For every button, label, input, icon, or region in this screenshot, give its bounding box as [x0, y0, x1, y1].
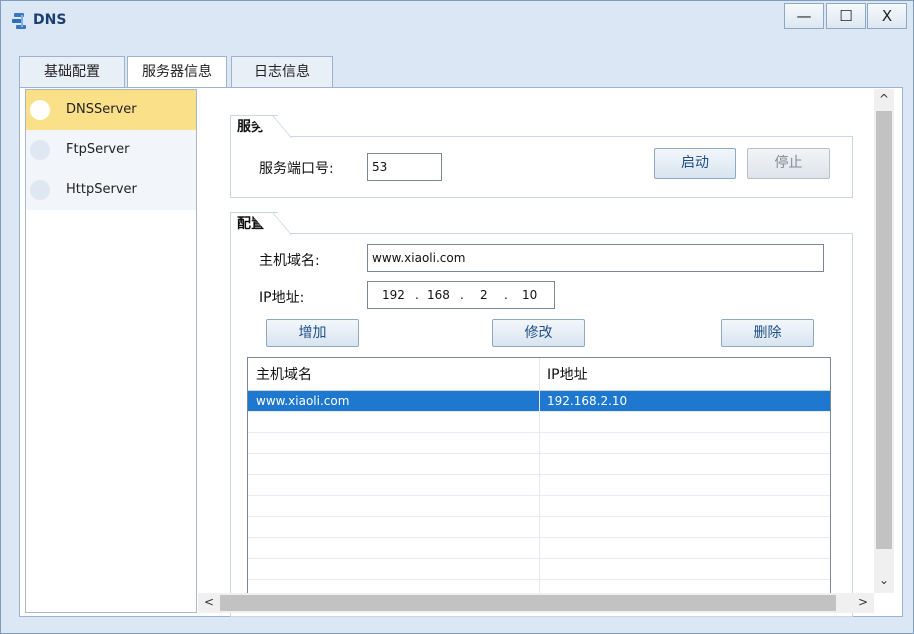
cell-ip: 192.168.2.10: [547, 394, 628, 408]
column-header-ip[interactable]: IP地址: [539, 358, 830, 390]
scroll-right-icon[interactable]: >: [858, 595, 868, 609]
server-status-icon: [30, 180, 50, 200]
scroll-down-icon[interactable]: ⌄: [879, 573, 889, 587]
sidebar-item-httpserver[interactable]: HttpServer: [26, 170, 196, 210]
vertical-scroll-thumb[interactable]: [876, 111, 892, 549]
ip-octet-4[interactable]: 10: [522, 282, 537, 308]
horizontal-scroll-thumb[interactable]: [220, 595, 836, 611]
config-group-label: 配置: [230, 212, 278, 234]
start-button[interactable]: 启动: [654, 148, 736, 179]
tab-label: 基础配置: [44, 64, 100, 80]
group-title: 服务: [237, 119, 265, 135]
column-header-hostname[interactable]: 主机域名: [248, 358, 539, 390]
title-bar[interactable]: DNS — ☐ X: [1, 1, 913, 41]
port-input[interactable]: 53: [367, 153, 442, 181]
window-title: DNS: [33, 12, 67, 28]
minimize-icon: —: [796, 7, 812, 25]
column-divider: [539, 358, 540, 612]
group-title: 配置: [237, 216, 265, 232]
ip-label: IP地址:: [259, 290, 305, 306]
server-status-icon: [30, 100, 50, 120]
maximize-button[interactable]: ☐: [826, 3, 866, 29]
vertical-scrollbar[interactable]: ^ ⌄: [874, 89, 894, 593]
hostname-input[interactable]: www.xiaoli.com: [367, 244, 824, 272]
ip-separator: .: [460, 288, 464, 302]
dns-app-icon: [12, 13, 26, 29]
ip-address-input[interactable]: 192 . 168 . 2 . 10: [367, 281, 555, 309]
close-icon: X: [881, 7, 893, 25]
ip-octet-1[interactable]: 192: [382, 282, 405, 308]
ip-separator: .: [504, 288, 508, 302]
close-button[interactable]: X: [867, 3, 907, 29]
hostname-label: 主机域名:: [259, 253, 320, 269]
sidebar-item-label: HttpServer: [66, 182, 137, 197]
stop-button[interactable]: 停止: [747, 148, 830, 179]
server-list-sidebar: DNSServer FtpServer HttpServer: [25, 89, 197, 613]
minimize-button[interactable]: —: [784, 3, 824, 29]
sidebar-item-label: FtpServer: [66, 142, 130, 157]
add-button[interactable]: 增加: [266, 319, 359, 347]
tab-log-info[interactable]: 日志信息: [231, 56, 333, 87]
tab-label: 日志信息: [254, 64, 310, 80]
modify-button[interactable]: 修改: [492, 319, 585, 347]
ip-separator: .: [415, 288, 419, 302]
tab-label: 服务器信息: [142, 64, 212, 80]
ip-octet-3[interactable]: 2: [480, 282, 488, 308]
tab-basic-config[interactable]: 基础配置: [19, 56, 125, 87]
sidebar-item-label: DNSServer: [66, 102, 137, 117]
delete-button[interactable]: 删除: [721, 319, 814, 347]
scroll-up-icon[interactable]: ^: [879, 92, 889, 106]
tab-server-info[interactable]: 服务器信息: [127, 56, 227, 88]
server-status-icon: [30, 140, 50, 160]
port-label: 服务端口号:: [259, 161, 334, 177]
sidebar-item-ftpserver[interactable]: FtpServer: [26, 130, 196, 170]
ip-octet-2[interactable]: 168: [427, 282, 450, 308]
dns-records-table[interactable]: 主机域名 IP地址 www.xiaoli.com 192.168.2.10: [247, 357, 831, 613]
service-group-label: 服务: [230, 115, 278, 137]
sidebar-item-dnsserver[interactable]: DNSServer: [26, 90, 196, 130]
horizontal-scrollbar[interactable]: < >: [198, 593, 874, 613]
cell-hostname: www.xiaoli.com: [256, 394, 350, 408]
dns-window: DNS — ☐ X 基础配置 服务器信息 日志信息 DNSServer FtpS…: [0, 0, 914, 634]
scroll-left-icon[interactable]: <: [204, 595, 214, 609]
maximize-icon: ☐: [839, 7, 853, 25]
